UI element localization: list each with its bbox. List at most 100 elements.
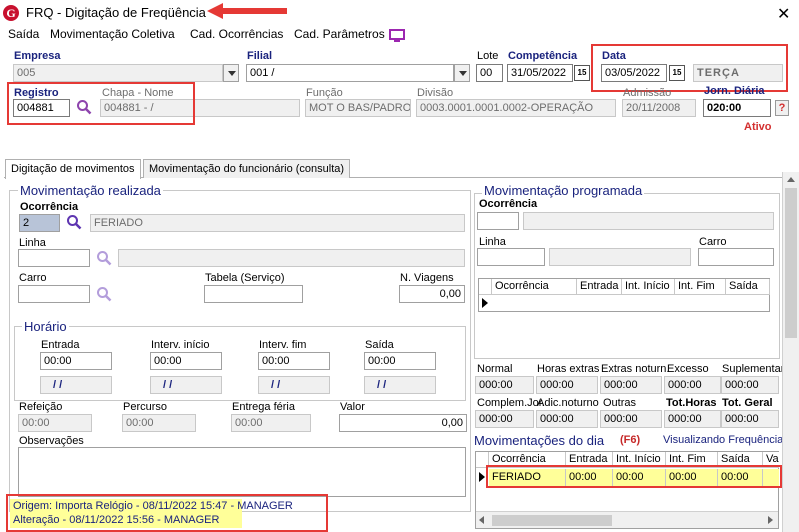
window-vscrollbar[interactable] [782,172,799,532]
dia-grid-hscroll-thumb[interactable] [492,515,612,526]
saida-date-field: / / [364,376,436,394]
tot-horas-field: 000:00 [664,410,721,428]
interv-fim-field[interactable]: 00:00 [258,352,330,370]
interv-fim-date-field: / / [258,376,330,394]
carro-label: Carro [19,272,47,284]
observacoes-label: Observações [19,435,84,447]
percurso-field: 00:00 [122,414,196,432]
menu-movimentacao-coletiva[interactable]: Movimentação Coletiva [50,27,175,41]
extras-noturn-field: 000:00 [600,376,662,394]
valor-field[interactable]: 0,00 [339,414,467,432]
observacoes-field[interactable] [18,447,466,497]
prog-col-ocorrencia[interactable]: Ocorrência [492,279,577,295]
interv-inicio-date-field: / / [150,376,222,394]
programada-title: Movimentação programada [482,183,645,198]
empresa-dropdown-icon[interactable] [223,64,239,82]
dia-grid-hscrollbar[interactable] [476,511,778,528]
ocorrencia-label: Ocorrência [20,201,79,213]
prog-carro-label: Carro [699,236,727,248]
menu-cad-parametros[interactable]: Cad. Parâmetros [294,27,385,41]
entrada-label: Entrada [41,339,80,351]
competencia-field[interactable]: 31/05/2022 [507,64,573,82]
linha-desc-field [118,249,465,267]
saida-label: Saída [365,339,394,351]
scroll-right-icon[interactable] [768,516,773,524]
horas-extras-label: Horas extras [537,363,600,375]
tot-geral-field: 000:00 [721,410,779,428]
adic-noturno-label: Adic.noturno [537,397,599,409]
tot-geral-label: Tot. Geral [722,397,773,409]
dia-grid[interactable]: Ocorrência Entrada Int. Início Int. Fim … [475,451,779,529]
prog-col-saida[interactable]: Saída [726,279,770,295]
lote-label: Lote [477,50,499,62]
prog-grid-corner [479,279,492,295]
refeicao-field: 00:00 [18,414,92,432]
filial-dropdown-icon[interactable] [454,64,470,82]
extras-noturn-label: Extras noturn. [601,363,670,375]
annotation-box-registro [7,82,195,125]
carro-field[interactable] [18,285,90,303]
monitor-icon[interactable] [389,29,405,42]
competencia-calendar-icon[interactable]: 15 [574,65,590,81]
ocorrencia-desc-field: FERIADO [90,214,465,232]
jornada-field[interactable]: 020:00 [703,99,771,117]
dia-row-pointer-icon [479,472,485,482]
funcao-field: MOT O BAS/PADRO [305,99,411,117]
ocorrencia-search-icon[interactable] [66,214,82,230]
linha-field[interactable] [18,249,90,267]
visualizando-frequencia-link[interactable]: Visualizando Frequência [663,434,783,446]
dia-title: Movimentações do dia [474,433,605,448]
linha-label: Linha [19,237,46,249]
tab-movimentacao-funcionario[interactable]: Movimentação do funcionário (consulta) [143,159,351,178]
tab-digitacao[interactable]: Digitação de movimentos [5,159,141,179]
window-title: FRQ - Digitação de Freqüência [26,5,206,20]
filial-field[interactable]: 001 / [246,64,454,82]
filial-label: Filial [247,50,273,62]
viagens-label: N. Viagens [400,272,454,284]
tabela-field[interactable] [204,285,303,303]
dia-shortcut: (F6) [620,434,641,446]
interv-inicio-field[interactable]: 00:00 [150,352,222,370]
prog-linha-label: Linha [479,236,506,248]
prog-grid[interactable]: Ocorrência Entrada Int. Início Int. Fim … [478,278,770,312]
complem-jor-field: 000:00 [475,410,534,428]
window-vscroll-thumb[interactable] [785,188,797,338]
prog-linha-field [477,248,545,266]
prog-ocorrencia-desc-field [523,212,774,230]
prog-col-entrada[interactable]: Entrada [577,279,622,295]
prog-ocorrencia-label: Ocorrência [479,198,538,210]
suplementar-field: 000:00 [721,376,779,394]
empresa-label: Empresa [14,50,61,62]
linha-search-icon[interactable] [96,250,112,266]
saida-field[interactable]: 00:00 [364,352,436,370]
suplementar-label: Suplementar [722,363,785,375]
percurso-label: Percurso [123,401,168,413]
funcao-label: Função [306,87,343,99]
tot-horas-label: Tot.Horas [666,397,717,409]
valor-label: Valor [340,401,365,413]
tabela-label: Tabela (Serviço) [205,272,285,284]
ocorrencia-code-field[interactable]: 2 [19,214,60,232]
help-button[interactable]: ? [775,100,789,116]
scroll-left-icon[interactable] [479,516,484,524]
horas-extras-field: 000:00 [536,376,598,394]
competencia-label: Competência [508,50,578,62]
divisao-field: 0003.0001.0001.0002-OPERAÇÃO [416,99,616,117]
menu-cad-ocorrencias[interactable]: Cad. Ocorrências [190,27,283,41]
lote-field[interactable]: 00 [476,64,503,82]
menu-saida[interactable]: Saída [8,27,39,41]
carro-search-icon[interactable] [96,286,112,302]
title-bar: G FRQ - Digitação de Freqüência ✕ [0,0,799,26]
empresa-field[interactable]: 005 [13,64,223,82]
prog-col-int-inicio[interactable]: Int. Início [622,279,675,295]
prog-col-int-fim[interactable]: Int. Fim [675,279,726,295]
entrada-field[interactable]: 00:00 [40,352,112,370]
entrada-date-field: / / [40,376,112,394]
outras-field: 000:00 [600,410,662,428]
complem-jor-label: Complem.Jor. [477,397,545,409]
menu-bar: Saída Movimentação Coletiva Cad. Ocorrên… [0,26,799,44]
excesso-field: 000:00 [664,376,721,394]
close-icon[interactable]: ✕ [777,4,790,24]
scroll-up-icon[interactable] [787,177,795,182]
viagens-field[interactable]: 0,00 [399,285,465,303]
